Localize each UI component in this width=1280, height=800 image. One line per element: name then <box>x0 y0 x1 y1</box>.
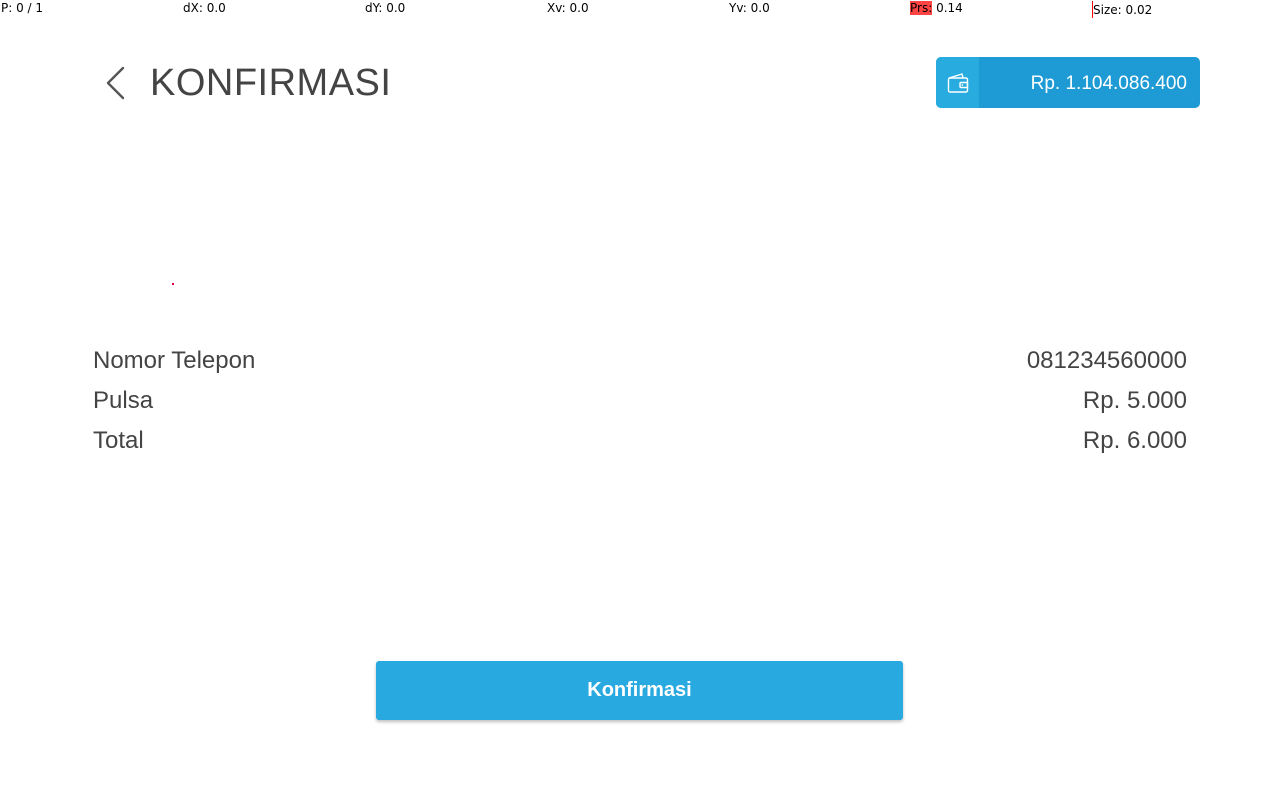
page-title: KONFIRMASI <box>150 62 392 104</box>
velocity-x: Xv: 0.0 <box>547 1 589 15</box>
detail-value: Rp. 5.000 <box>1082 387 1187 414</box>
detail-value: 081234560000 <box>1026 347 1187 374</box>
pointer-count: P: 0 / 1 <box>1 1 44 15</box>
delta-y: dY: 0.0 <box>365 1 406 15</box>
detail-label: Pulsa <box>93 387 154 414</box>
balance-chip[interactable]: Rp. 1.104.086.400 <box>936 57 1200 108</box>
detail-row-total: Total Rp. 6.000 <box>93 427 1187 457</box>
delta-x: dX: 0.0 <box>183 1 226 15</box>
detail-value: Rp. 6.000 <box>1082 427 1187 454</box>
wallet-box <box>936 57 979 108</box>
back-button[interactable] <box>100 62 132 104</box>
detail-row-pulsa: Pulsa Rp. 5.000 <box>93 387 1187 417</box>
pressure-readout: Prs: 0.14 <box>910 1 963 15</box>
detail-row-phone: Nomor Telepon 081234560000 <box>93 347 1187 377</box>
confirm-button[interactable]: Konfirmasi <box>376 661 903 720</box>
detail-label: Total <box>93 427 144 454</box>
chevron-left-icon <box>106 66 125 100</box>
wallet-icon <box>947 73 969 93</box>
pointer-location-overlay: P: 0 / 1 dX: 0.0 dY: 0.0 Xv: 0.0 Yv: 0.0… <box>0 0 1280 18</box>
touch-indicator <box>172 283 174 285</box>
size-value: Size: 0.02 <box>1093 3 1153 17</box>
detail-label: Nomor Telepon <box>93 347 256 374</box>
size-readout: Size: 0.02 <box>1092 1 1152 18</box>
pressure-value: 0.14 <box>932 1 963 15</box>
balance-amount: Rp. 1.104.086.400 <box>1030 73 1187 94</box>
velocity-y: Yv: 0.0 <box>729 1 770 15</box>
pressure-label: Prs: <box>910 1 933 15</box>
